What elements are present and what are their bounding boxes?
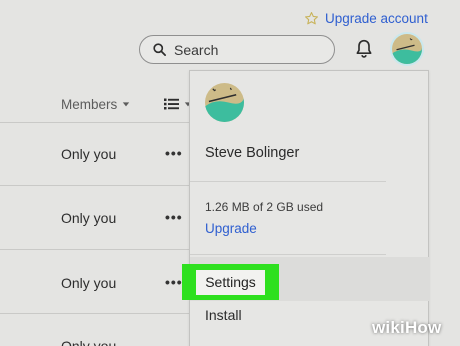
row-divider <box>0 313 190 314</box>
menu-upgrade-link[interactable]: Upgrade <box>205 221 257 236</box>
search-box[interactable] <box>139 35 335 64</box>
row-more-button[interactable]: ••• <box>165 145 183 161</box>
row-divider <box>0 122 190 123</box>
members-header-label: Members <box>61 96 118 112</box>
watermark-wiki: wiki <box>372 318 405 337</box>
storage-usage: 1.26 MB of 2 GB used <box>205 200 324 214</box>
caret-down-icon <box>123 102 130 107</box>
row-sharing-status: Only you <box>61 210 117 226</box>
account-menu: Steve Bolinger 1.26 MB of 2 GB used Upgr… <box>182 70 430 346</box>
row-divider <box>0 249 190 250</box>
row-more-button[interactable]: ••• <box>165 209 183 225</box>
menu-avatar <box>205 83 244 122</box>
row-sharing-status: Only you <box>61 338 117 346</box>
upgrade-account-link[interactable]: Upgrade account <box>304 9 428 27</box>
watermark-how: How <box>404 318 442 337</box>
members-column-header[interactable]: Members <box>61 95 130 113</box>
upgrade-account-label: Upgrade account <box>325 10 428 26</box>
menu-divider <box>190 254 386 255</box>
menu-settings-label: Settings <box>196 269 265 295</box>
avatar-image-icon <box>392 34 422 64</box>
menu-settings-item[interactable]: Settings <box>182 264 279 300</box>
view-toggle-button[interactable] <box>164 95 192 113</box>
row-divider <box>0 185 190 186</box>
menu-user-name: Steve Bolinger <box>205 145 300 161</box>
search-icon <box>153 43 166 56</box>
row-sharing-status: Only you <box>61 146 117 162</box>
wikihow-watermark: wikiHow <box>372 318 441 338</box>
bell-icon[interactable] <box>354 38 374 60</box>
header-avatar[interactable] <box>390 32 424 66</box>
star-icon <box>305 11 318 24</box>
menu-divider <box>190 181 386 182</box>
row-more-button[interactable]: ••• <box>165 274 183 290</box>
menu-install-item[interactable]: Install <box>205 307 242 323</box>
search-input[interactable] <box>174 41 324 58</box>
row-sharing-status: Only you <box>61 275 117 291</box>
list-view-icon <box>164 98 179 110</box>
avatar-image-icon <box>205 83 244 122</box>
